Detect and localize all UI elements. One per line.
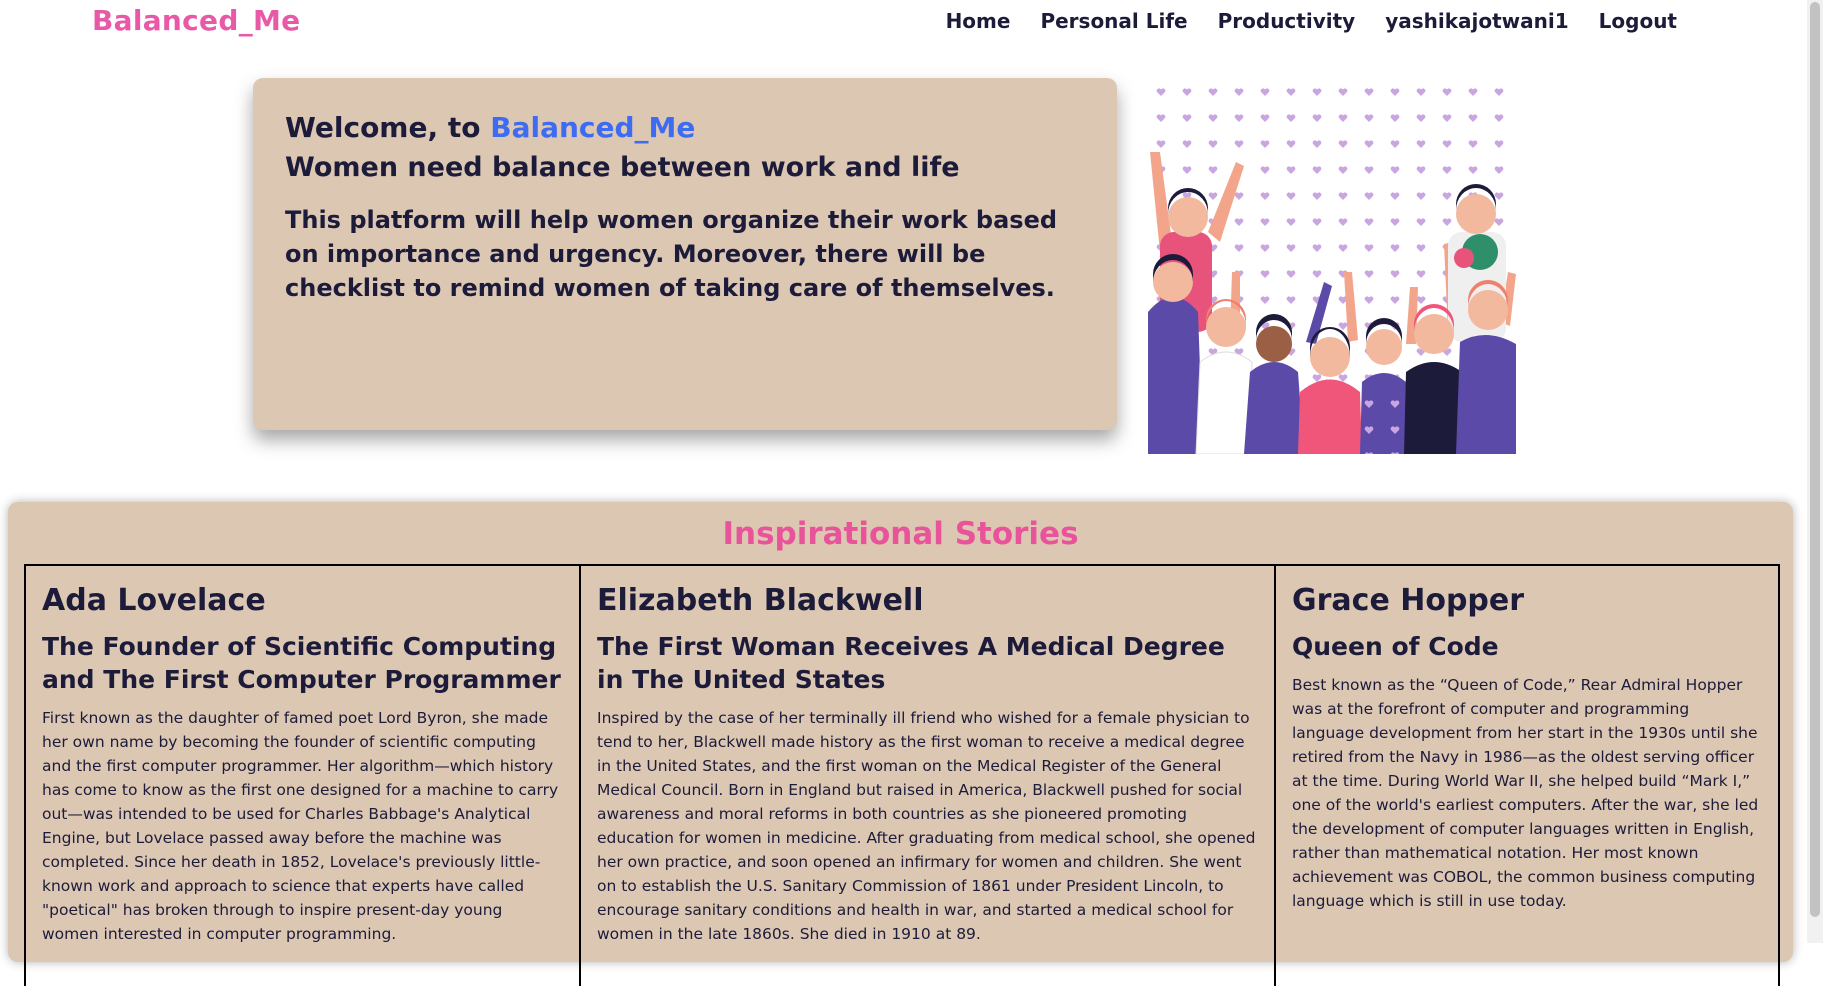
- nav-logout-link[interactable]: Logout: [1599, 9, 1677, 33]
- story-card-ada-lovelace: Ada Lovelace The Founder of Scientific C…: [26, 566, 581, 986]
- story-name: Ada Lovelace: [42, 583, 266, 618]
- inspirational-stories-section: Inspirational Stories Ada Lovelace The F…: [8, 502, 1793, 986]
- nav-home-link[interactable]: Home: [946, 9, 1011, 33]
- story-subtitle: Queen of Code: [1292, 632, 1499, 661]
- welcome-prefix: Welcome, to: [285, 111, 491, 144]
- story-body: First known as the daughter of famed poe…: [42, 709, 559, 943]
- story-body: Best known as the “Queen of Code,” Rear …: [1292, 676, 1759, 910]
- scrollbar-thumb[interactable]: [1810, 2, 1820, 917]
- nav-username-link[interactable]: yashikajotwani1: [1385, 9, 1568, 33]
- story-grid: Ada Lovelace The Founder of Scientific C…: [24, 564, 1780, 986]
- stories-heading: Inspirational Stories: [722, 516, 1079, 552]
- nav-productivity-link[interactable]: Productivity: [1218, 9, 1356, 33]
- story-body: Inspired by the case of her terminally i…: [597, 709, 1256, 943]
- story-subtitle: The First Woman Receives A Medical Degre…: [597, 632, 1225, 694]
- brand-logo-link[interactable]: Balanced_Me: [92, 4, 300, 37]
- story-card-grace-hopper: Grace Hopper Queen of Code Best known as…: [1276, 566, 1778, 986]
- intro-text: This platform will help women organize t…: [285, 206, 1058, 302]
- welcome-brand-name: Balanced_Me: [490, 111, 696, 144]
- nav-links: Home Personal Life Productivity yashikaj…: [946, 9, 1677, 33]
- welcome-heading: Welcome, to Balanced_Me: [285, 111, 1085, 144]
- page-scrollbar[interactable]: [1807, 0, 1823, 943]
- story-name: Elizabeth Blackwell: [597, 583, 924, 618]
- story-subtitle: The Founder of Scientific Computing and …: [42, 632, 561, 694]
- story-name: Grace Hopper: [1292, 583, 1525, 618]
- story-card-elizabeth-blackwell: Elizabeth Blackwell The First Woman Rece…: [581, 566, 1276, 986]
- nav-personal-life-link[interactable]: Personal Life: [1040, 9, 1187, 33]
- navbar: Balanced_Me Home Personal Life Productiv…: [0, 0, 1807, 44]
- tagline: Women need balance between work and life: [285, 152, 960, 183]
- welcome-card: Welcome, to Balanced_Me Women need balan…: [253, 78, 1117, 430]
- women-group-illustration: [1148, 82, 1516, 455]
